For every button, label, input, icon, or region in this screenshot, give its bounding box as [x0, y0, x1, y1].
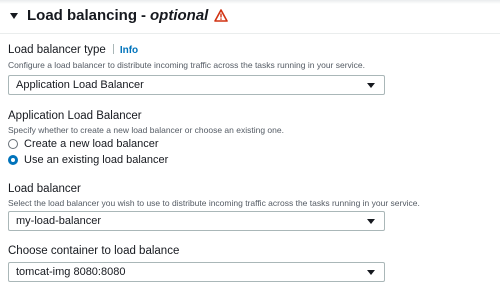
- info-separator: [112, 44, 114, 54]
- section-optional-label: optional: [150, 6, 209, 24]
- load-balancer-description: Select the load balancer you wish to use…: [8, 198, 420, 208]
- lb-type-select[interactable]: Application Load Balancer: [8, 75, 385, 95]
- load-balancer-label: Load balancer: [8, 183, 81, 195]
- radio-create-new-lb[interactable]: Create a new load balancer: [8, 137, 159, 151]
- radio-label: Use an existing load balancer: [24, 154, 169, 166]
- lb-type-description: Configure a load balancer to distribute …: [8, 60, 366, 70]
- radio-use-existing-lb[interactable]: Use an existing load balancer: [8, 153, 168, 167]
- container-select-value: tomcat-img 8080:8080: [16, 266, 126, 278]
- warning-triangle-icon: [214, 8, 229, 22]
- section-title: Load balancing: [27, 6, 138, 24]
- load-balancer-select[interactable]: my-load-balancer: [8, 211, 385, 231]
- section-divider: [0, 33, 500, 34]
- radio-label: Create a new load balancer: [24, 138, 159, 150]
- dropdown-caret-icon: [367, 270, 375, 275]
- lb-type-info-link[interactable]: Info: [120, 45, 138, 56]
- container-select[interactable]: tomcat-img 8080:8080: [8, 262, 385, 282]
- dropdown-caret-icon: [367, 83, 375, 88]
- dropdown-caret-icon: [367, 219, 375, 224]
- section-header[interactable]: Load balancing - optional: [10, 4, 229, 26]
- lb-type-select-value: Application Load Balancer: [16, 79, 144, 91]
- radio-unchecked-icon[interactable]: [8, 139, 18, 149]
- caret-down-icon[interactable]: [10, 12, 18, 19]
- lb-type-label: Load balancer type: [8, 44, 106, 56]
- alb-label: Application Load Balancer: [8, 110, 142, 122]
- container-label: Choose container to load balance: [8, 245, 180, 257]
- alb-description: Specify whether to create a new load bal…: [8, 125, 284, 135]
- section-title-separator: -: [141, 6, 147, 24]
- radio-checked-icon[interactable]: [8, 155, 18, 165]
- load-balancer-select-value: my-load-balancer: [16, 215, 101, 227]
- lb-type-field-label: Load balancer type Info: [8, 44, 138, 56]
